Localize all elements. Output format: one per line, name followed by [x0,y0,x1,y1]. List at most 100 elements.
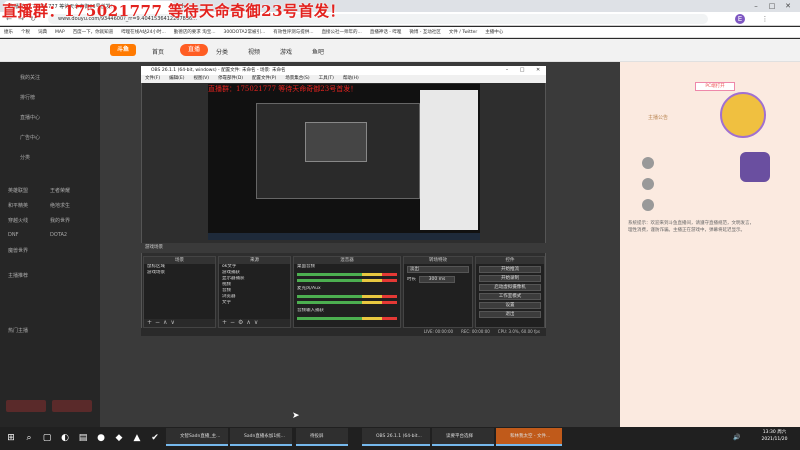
duration-input[interactable]: 300 ms [419,276,455,283]
sidebar-item[interactable]: 直播中心 [20,114,40,121]
nav-game[interactable]: 游戏 [280,47,292,56]
avatar[interactable] [642,178,654,190]
bookmark-item[interactable]: 直接公社一师年的... [322,29,362,35]
system-clock[interactable]: 13:30 周六 2021/11/20 [752,429,797,443]
studio-mode-button[interactable]: 工作室模式 [479,293,541,300]
nav-home[interactable]: 首页 [152,47,164,56]
bookmark-item[interactable]: 有效性评测与提供... [273,29,313,35]
sidebar-item[interactable]: 热门主播 [8,327,28,334]
sidebar-item[interactable]: DNF [8,232,18,238]
taskbar-app[interactable]: 和林我太空 - 文件... [496,428,562,446]
maximize-icon[interactable]: □ [520,66,525,75]
bookmark-item[interactable]: 直播神话 - 哔哩 [370,29,401,35]
bookmark-item[interactable]: MAP [55,30,65,35]
bookmark-item[interactable]: 300DOTA2常被引... [224,29,266,35]
bookmark-item[interactable]: 哔哩在线A站24小时... [121,29,166,35]
scene-item[interactable]: 游戏场景 [144,270,215,276]
site-sidebar: 我的关注 排行榜 直播中心 广告中心 分类 英雄联盟 王者荣耀 和平精英 绝地求… [0,62,100,427]
bookmark-item[interactable]: 文件 / Twitter [449,29,477,35]
taskbar-app[interactable]: 读要平台选择 [432,428,494,446]
obs-menubar: 文件(F) 编辑(E) 视图(V) 停靠部件(D) 配置文件(P) 场景集合(S… [141,75,546,83]
maximize-icon[interactable]: □ [764,0,780,12]
sidebar-item[interactable]: 和平精英 [8,202,28,209]
menu-item[interactable]: 文件(F) [145,75,160,83]
menu-item[interactable]: 工具(T) [319,75,334,83]
search-icon[interactable]: ⌕ [22,430,36,446]
edge-icon[interactable]: ◐ [58,430,72,446]
sidebar-item[interactable]: 魔兽世界 [8,247,28,254]
minimize-icon[interactable]: – [748,0,764,12]
sidebar-item[interactable]: 广告中心 [20,134,40,141]
menu-item[interactable]: 帮助(H) [343,75,359,83]
app-icon[interactable]: ◆ [112,430,126,446]
extensions-icon[interactable]: ⋮ [760,14,770,24]
close-icon[interactable]: ✕ [536,66,540,75]
minimize-icon[interactable]: – [506,66,509,75]
nav-live[interactable]: 直播 [180,44,208,56]
folder-icon[interactable]: ▤ [76,430,90,446]
audio-meter [297,273,397,276]
taskbar-app[interactable]: 文智Sadn直播_主... [166,428,228,446]
menu-item[interactable]: 停靠部件(D) [218,75,243,83]
app-icon[interactable]: ● [94,430,108,446]
mixer-channel-label: 桌面音频 [297,264,315,269]
menu-item[interactable]: 视图(V) [193,75,209,83]
menu-item[interactable]: 配置文件(P) [252,75,276,83]
scenes-footer-buttons[interactable]: +−∧∨ [144,319,215,327]
sidebar-item[interactable]: 分类 [20,154,30,161]
obs-scene-toolbar: 游戏场景 [141,243,546,253]
sidebar-item[interactable]: 主播推荐 [8,272,28,279]
bookmark-item[interactable]: 微博 - 互动社区 [409,29,440,35]
transition-select[interactable]: 淡出 [407,266,469,273]
taskbar-app[interactable]: 待投屏 [296,428,348,446]
sidebar-item[interactable]: 英雄联盟 [8,187,28,194]
avatar[interactable] [642,199,654,211]
obs-window-controls: – □ ✕ [500,66,546,75]
virtual-camera-button[interactable]: 启动虚拟摄像机 [479,284,541,291]
sidebar-item[interactable]: 王者荣耀 [50,187,70,194]
bookmark-item[interactable]: 主播中心 [485,29,503,35]
taskbar-app[interactable]: Sadn直播永加1统... [230,428,292,446]
app-icon[interactable]: ✔ [148,430,162,446]
obs-statusbar: LIVE: 00:00:00 REC: 00:00:00 CPU: 3.0%, … [141,328,546,336]
chat-panel: 主播公告 PC端打开 [620,62,800,427]
exit-button[interactable]: 退出 [479,311,541,318]
sidebar-item[interactable]: 穿越火线 [8,217,28,224]
event-banner-image[interactable] [740,152,770,182]
start-streaming-button[interactable]: 开始推流 [479,266,541,273]
event-badge-image[interactable] [720,92,766,138]
nav-fishbar[interactable]: 鱼吧 [312,47,324,56]
sources-header: 来源 [219,257,290,264]
start-recording-button[interactable]: 开始录制 [479,275,541,282]
sources-footer-buttons[interactable]: +−⚙∧∨ [219,319,290,327]
avatar[interactable] [642,157,654,169]
sidebar-item[interactable]: DOTA2 [50,232,67,238]
follow-button[interactable]: PC端打开 [695,82,735,91]
nav-category[interactable]: 分类 [216,47,228,56]
windows-start-icon[interactable]: ⊞ [4,430,18,446]
task-view-icon[interactable]: ▢ [40,430,54,446]
sidebar-item[interactable]: 绝地求生 [50,202,70,209]
site-logo[interactable]: 斗鱼 [110,44,136,56]
sidebar-promo-button[interactable] [6,400,46,412]
profile-avatar[interactable]: E [735,14,745,24]
sidebar-item[interactable]: 我的世界 [50,217,70,224]
bookmark-item[interactable]: 百度一下，你就知道 [73,29,114,35]
sidebar-item[interactable]: 我的关注 [20,74,40,81]
sidebar-promo-button[interactable] [52,400,92,412]
volume-icon[interactable]: 🔊 [730,430,744,446]
nav-video[interactable]: 视频 [248,47,260,56]
settings-button[interactable]: 设置 [479,302,541,309]
app-icon[interactable]: ▲ [130,430,144,446]
source-item[interactable]: 文字 [219,300,290,306]
taskbar-app[interactable]: OBS 26.1.1 (64-bit... [362,428,430,446]
bookmark-item[interactable]: 勤德店的要求 淘宝... [174,29,216,35]
sidebar-item[interactable]: 排行榜 [20,94,35,101]
bookmark-item[interactable]: 词典 [38,29,47,35]
bookmark-item[interactable]: 捷乐 [4,29,13,35]
menu-item[interactable]: 场景集合(S) [285,75,309,83]
bookmark-item[interactable]: 个税 [21,29,30,35]
close-icon[interactable]: ✕ [780,0,796,12]
menu-item[interactable]: 编辑(E) [169,75,184,83]
preview-browser-region [420,90,478,230]
